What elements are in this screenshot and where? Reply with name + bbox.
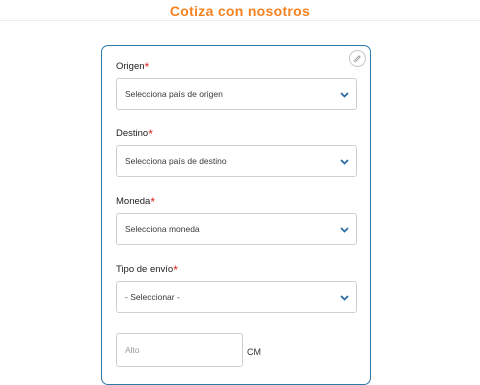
alto-input[interactable]: Alto — [116, 333, 243, 367]
pencil-icon — [353, 55, 361, 63]
tipo-envio-select[interactable]: - Seleccionar - — [116, 281, 357, 313]
edit-button[interactable] — [349, 50, 366, 67]
required-asterisk: * — [144, 60, 150, 74]
moneda-select[interactable]: Selecciona moneda — [116, 213, 357, 245]
alto-unit-label: CM — [247, 347, 261, 357]
moneda-label: Moneda* — [116, 195, 156, 209]
origen-select[interactable]: Selecciona país de origen — [116, 78, 357, 110]
required-asterisk: * — [150, 195, 156, 209]
moneda-select-value: Selecciona moneda — [125, 224, 200, 234]
tipo-envio-select-value: - Seleccionar - — [125, 292, 180, 302]
tipo-envio-label: Tipo de envío* — [116, 263, 178, 277]
origen-label: Origen* — [116, 60, 150, 74]
chevron-down-icon — [340, 295, 349, 301]
chevron-down-icon — [340, 227, 349, 233]
chevron-down-icon — [340, 92, 349, 98]
destino-select[interactable]: Selecciona país de destino — [116, 145, 357, 177]
required-asterisk: * — [173, 263, 178, 277]
title-divider — [0, 20, 480, 21]
page-title: Cotiza con nosotros — [169, 3, 311, 19]
destino-label: Destino* — [116, 127, 153, 141]
alto-placeholder: Alto — [125, 345, 140, 355]
required-asterisk: * — [148, 127, 153, 141]
origen-select-value: Selecciona país de origen — [125, 89, 223, 99]
destino-select-value: Selecciona país de destino — [125, 156, 227, 166]
chevron-down-icon — [340, 159, 349, 165]
